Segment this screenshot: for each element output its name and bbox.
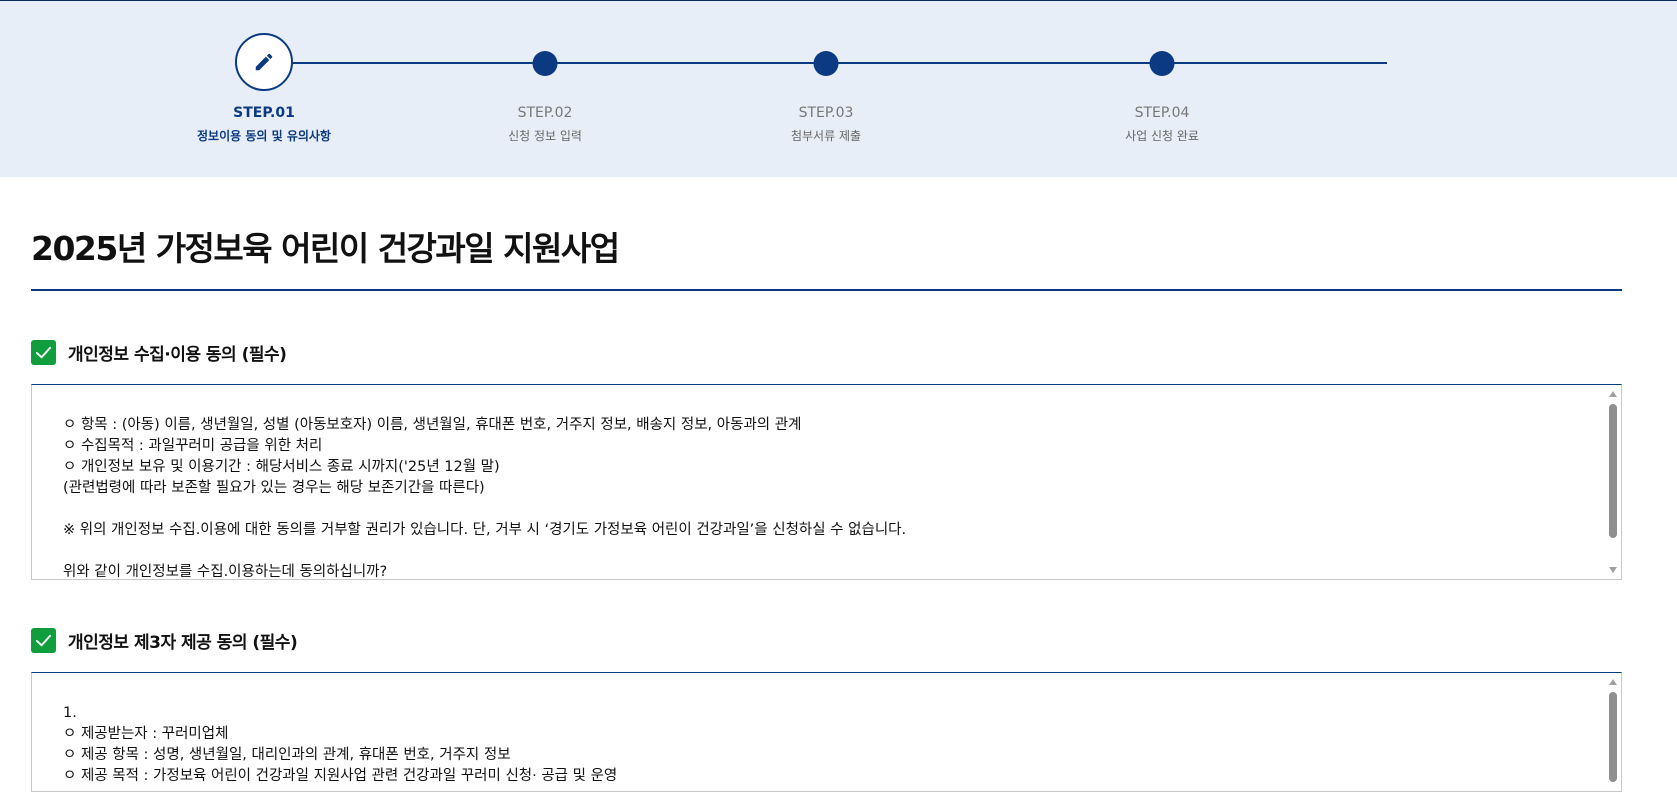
third-party-terms-box[interactable]: 1. ㅇ 제공받는자 : 꾸러미업체 ㅇ 제공 항목 : 성명, 생년월일, 대… (31, 672, 1622, 792)
third-party-terms-text: 1. ㅇ 제공받는자 : 꾸러미업체 ㅇ 제공 항목 : 성명, 생년월일, 대… (63, 703, 1591, 787)
step-1-description: 정보이용 동의 및 유의사항 (197, 129, 331, 143)
section-privacy-collection-header: 개인정보 수집·이용 동의 (필수) (31, 339, 287, 365)
section-third-party-header: 개인정보 제3자 제공 동의 (필수) (31, 627, 298, 653)
privacy-collection-scrollbar[interactable] (1606, 386, 1620, 578)
step-4-number: STEP.04 (1134, 105, 1190, 121)
terms-line: ㅇ 제공받는자 : 꾸러미업체 (63, 726, 229, 742)
terms-line: ※ 위의 개인정보 수집.이용에 대한 동의를 거부할 권리가 있습니다. 단,… (63, 522, 907, 538)
step-2-number: STEP.02 (517, 105, 573, 121)
scroll-up-arrow-icon[interactable] (1609, 679, 1617, 685)
third-party-title: 개인정보 제3자 제공 동의 (필수) (68, 632, 298, 653)
terms-line: 1. (63, 705, 77, 721)
scroll-thumb[interactable] (1609, 404, 1617, 538)
terms-blank-line (63, 499, 1591, 520)
step-3-description: 첨부서류 제출 (790, 129, 862, 143)
privacy-collection-title: 개인정보 수집·이용 동의 (필수) (68, 344, 287, 365)
terms-line: 위와 같이 개인정보를 수집.이용하는데 동의하십니까? (63, 564, 388, 580)
terms-blank-line (63, 541, 1591, 562)
scroll-down-arrow-icon[interactable] (1609, 567, 1617, 573)
step-1-current-node (235, 33, 293, 91)
terms-line: ㅇ 제공 항목 : 성명, 생년월일, 대리인과의 관계, 휴대폰 번호, 거주… (63, 747, 511, 763)
terms-line: ㅇ 개인정보 보유 및 이용기간 : 해당서비스 종료 시까지('25년 12월… (63, 459, 500, 475)
check-icon (35, 346, 52, 358)
privacy-collection-terms-box[interactable]: ㅇ 항목 : (아동) 이름, 생년월일, 성별 (아동보호자) 이름, 생년월… (31, 384, 1622, 580)
privacy-collection-checkbox[interactable] (31, 339, 56, 365)
step-2-description: 신청 정보 입력 (508, 129, 582, 143)
third-party-checkbox[interactable] (31, 627, 56, 653)
page-title: 2025년 가정보육 어린이 건강과일 지원사업 (31, 229, 620, 268)
terms-line: ㅇ 항목 : (아동) 이름, 생년월일, 성별 (아동보호자) 이름, 생년월… (63, 417, 802, 433)
title-divider (31, 289, 1622, 291)
check-icon (35, 634, 52, 646)
terms-line: (관련법령에 따라 보존할 필요가 있는 경우는 해당 보존기간을 따른다) (63, 480, 485, 496)
pencil-icon (255, 53, 273, 71)
step-3-number: STEP.03 (798, 105, 854, 121)
step-2-node (532, 51, 558, 76)
step-4-description: 사업 신청 완료 (1125, 129, 1199, 143)
scroll-thumb[interactable] (1609, 692, 1617, 782)
third-party-scrollbar[interactable] (1606, 674, 1620, 790)
step-progress-bar: STEP.01 정보이용 동의 및 유의사항 STEP.02 신청 정보 입력 … (0, 0, 1677, 177)
scroll-up-arrow-icon[interactable] (1609, 391, 1617, 397)
step-4-node (1149, 51, 1175, 76)
terms-line: ㅇ 수집목적 : 과일꾸러미 공급을 위한 처리 (63, 438, 323, 454)
step-1-number: STEP.01 (233, 105, 295, 121)
step-3-node (813, 51, 839, 76)
privacy-collection-terms-text: ㅇ 항목 : (아동) 이름, 생년월일, 성별 (아동보호자) 이름, 생년월… (63, 415, 1591, 580)
